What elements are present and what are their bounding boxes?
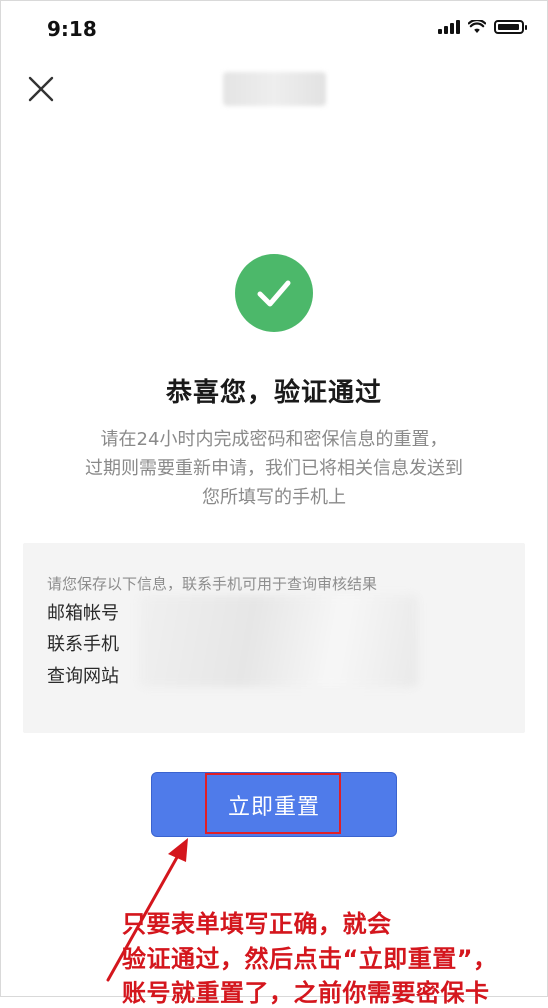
annotation-line: 只要表单填写正确，就会 bbox=[122, 910, 392, 938]
annotation-arrow bbox=[106, 838, 188, 982]
annotation-line: 验证通过，然后点击“立即重置”， bbox=[122, 945, 498, 973]
annotation-line: 账号就重置了，之前你需要密保卡 bbox=[122, 979, 490, 1007]
